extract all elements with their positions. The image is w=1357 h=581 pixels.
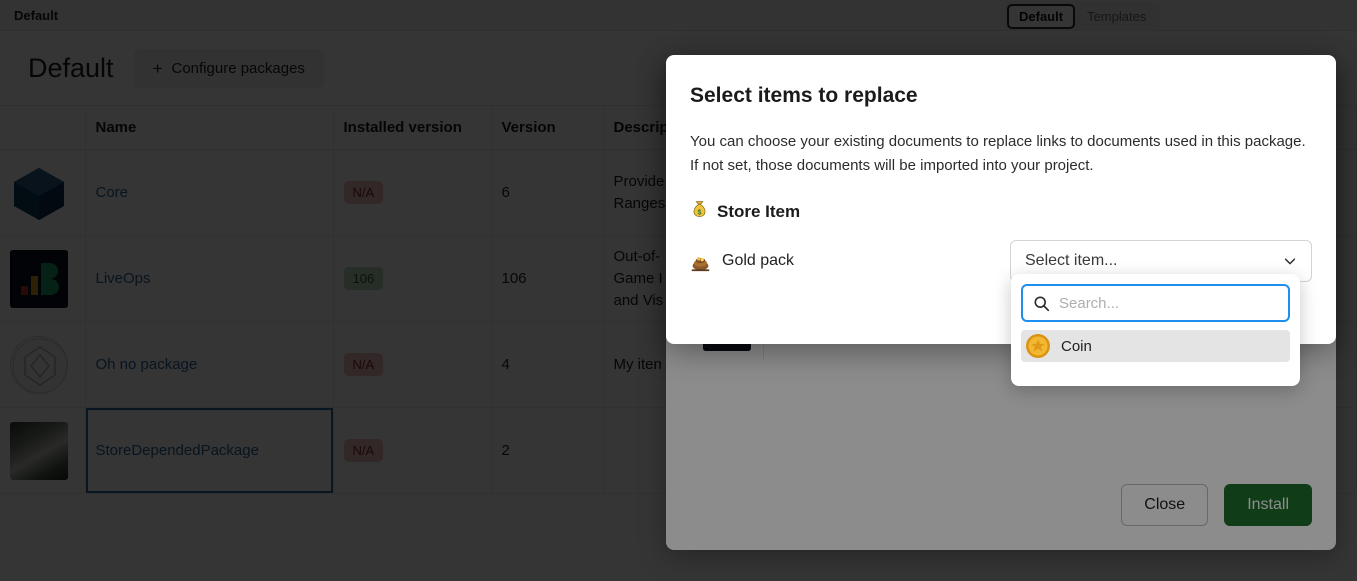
gold-pack-label-group: Gold pack	[690, 251, 794, 272]
dropdown-option-coin[interactable]: Coin	[1021, 330, 1290, 362]
chevron-down-icon	[1283, 254, 1297, 268]
item-select-dropdown-panel: Coin	[1011, 274, 1300, 386]
coin-icon	[1025, 333, 1051, 359]
search-input[interactable]	[1059, 294, 1278, 312]
svg-text:$: $	[698, 208, 702, 216]
gold-pack-thumbnail-icon	[690, 251, 711, 272]
money-bag-icon: $	[690, 200, 709, 224]
front-modal-subtitle: You can choose your existing documents t…	[690, 133, 1306, 174]
dropdown-option-label: Coin	[1061, 337, 1092, 355]
store-item-section-header: $ Store Item	[690, 200, 1312, 224]
store-item-section-label: Store Item	[717, 202, 801, 221]
search-icon	[1033, 295, 1050, 312]
dropdown-search-wrapper[interactable]	[1021, 284, 1290, 322]
item-select-value: Select item...	[1025, 252, 1118, 269]
gold-pack-label: Gold pack	[722, 252, 795, 269]
front-modal-title: Select items to replace	[690, 84, 918, 107]
